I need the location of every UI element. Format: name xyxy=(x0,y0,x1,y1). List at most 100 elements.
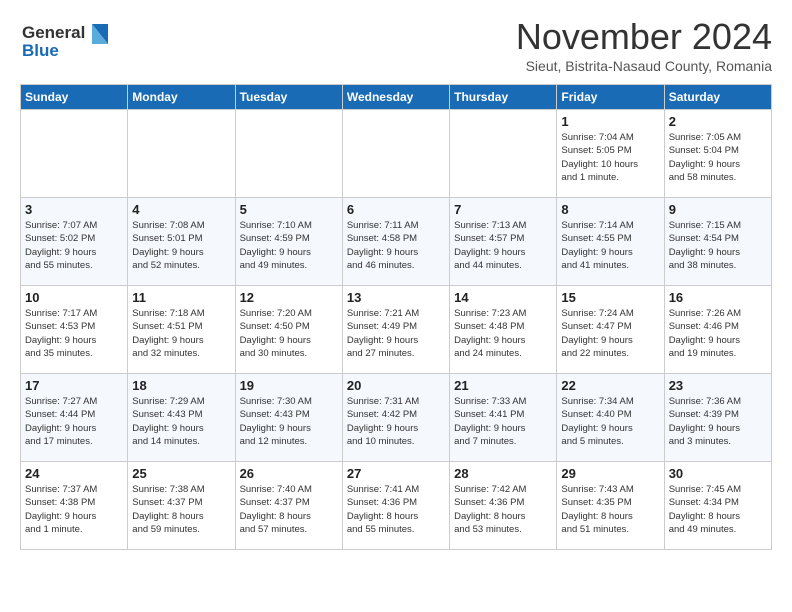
col-thursday: Thursday xyxy=(450,85,557,110)
calendar-cell: 25 Sunrise: 7:38 AMSunset: 4:37 PMDayligh… xyxy=(128,462,235,550)
col-wednesday: Wednesday xyxy=(342,85,449,110)
day-number: 20 xyxy=(347,378,445,393)
calendar-cell: 1Sunrise: 7:04 AMSunset: 5:05 PMDaylight… xyxy=(557,110,664,198)
day-number: 19 xyxy=(240,378,338,393)
calendar-cell: 3 Sunrise: 7:07 AMSunset: 5:02 PMDaylight… xyxy=(21,198,128,286)
svg-text:Blue: Blue xyxy=(22,41,59,60)
day-info: Sunrise: 7:24 AMSunset: 4:47 PMDaylight:… xyxy=(561,307,659,360)
calendar-cell xyxy=(450,110,557,198)
calendar-cell: 18 Sunrise: 7:29 AMSunset: 4:43 PMDayligh… xyxy=(128,374,235,462)
day-info: Sunrise: 7:38 AMSunset: 4:37 PMDaylight:… xyxy=(132,483,230,536)
day-number: 29 xyxy=(561,466,659,481)
calendar-cell: 28Sunrise: 7:42 AMSunset: 4:36 PMDayligh… xyxy=(450,462,557,550)
day-number: 13 xyxy=(347,290,445,305)
day-info: Sunrise: 7:07 AMSunset: 5:02 PMDaylight:… xyxy=(25,219,123,272)
day-info: Sunrise: 7:14 AMSunset: 4:55 PMDaylight:… xyxy=(561,219,659,272)
day-info: Sunrise: 7:42 AMSunset: 4:36 PMDaylight:… xyxy=(454,483,552,536)
col-friday: Friday xyxy=(557,85,664,110)
day-number: 17 xyxy=(25,378,123,393)
location-subtitle: Sieut, Bistrita-Nasaud County, Romania xyxy=(516,58,772,74)
calendar-week-1: 1Sunrise: 7:04 AMSunset: 5:05 PMDaylight… xyxy=(21,110,772,198)
day-number: 5 xyxy=(240,202,338,217)
col-monday: Monday xyxy=(128,85,235,110)
day-info: Sunrise: 7:31 AMSunset: 4:42 PMDaylight:… xyxy=(347,395,445,448)
calendar-cell: 26 Sunrise: 7:40 AMSunset: 4:37 PMDayligh… xyxy=(235,462,342,550)
col-saturday: Saturday xyxy=(664,85,771,110)
logo: General Blue xyxy=(20,16,110,69)
calendar-cell: 6Sunrise: 7:11 AMSunset: 4:58 PMDaylight… xyxy=(342,198,449,286)
day-info: Sunrise: 7:13 AMSunset: 4:57 PMDaylight:… xyxy=(454,219,552,272)
calendar-cell xyxy=(128,110,235,198)
day-info: Sunrise: 7:21 AMSunset: 4:49 PMDaylight:… xyxy=(347,307,445,360)
day-info: Sunrise: 7:45 AMSunset: 4:34 PMDaylight:… xyxy=(669,483,767,536)
calendar-cell: 29 Sunrise: 7:43 AMSunset: 4:35 PMDayligh… xyxy=(557,462,664,550)
day-number: 26 xyxy=(240,466,338,481)
day-info: Sunrise: 7:05 AMSunset: 5:04 PMDaylight:… xyxy=(669,131,767,184)
svg-text:General: General xyxy=(22,23,85,42)
col-sunday: Sunday xyxy=(21,85,128,110)
calendar-cell: 17 Sunrise: 7:27 AMSunset: 4:44 PMDayligh… xyxy=(21,374,128,462)
calendar-week-3: 10Sunrise: 7:17 AMSunset: 4:53 PMDayligh… xyxy=(21,286,772,374)
calendar-cell: 19 Sunrise: 7:30 AMSunset: 4:43 PMDayligh… xyxy=(235,374,342,462)
day-number: 11 xyxy=(132,290,230,305)
day-number: 25 xyxy=(132,466,230,481)
calendar-week-4: 17 Sunrise: 7:27 AMSunset: 4:44 PMDayligh… xyxy=(21,374,772,462)
day-number: 23 xyxy=(669,378,767,393)
calendar-cell: 30 Sunrise: 7:45 AMSunset: 4:34 PMDayligh… xyxy=(664,462,771,550)
day-info: Sunrise: 7:04 AMSunset: 5:05 PMDaylight:… xyxy=(561,131,659,184)
calendar-cell: 23Sunrise: 7:36 AMSunset: 4:39 PMDayligh… xyxy=(664,374,771,462)
day-info: Sunrise: 7:18 AMSunset: 4:51 PMDaylight:… xyxy=(132,307,230,360)
day-number: 3 xyxy=(25,202,123,217)
day-info: Sunrise: 7:37 AMSunset: 4:38 PMDaylight:… xyxy=(25,483,123,536)
calendar-cell xyxy=(342,110,449,198)
day-number: 27 xyxy=(347,466,445,481)
calendar-cell: 24 Sunrise: 7:37 AMSunset: 4:38 PMDayligh… xyxy=(21,462,128,550)
day-info: Sunrise: 7:26 AMSunset: 4:46 PMDaylight:… xyxy=(669,307,767,360)
day-number: 9 xyxy=(669,202,767,217)
day-info: Sunrise: 7:17 AMSunset: 4:53 PMDaylight:… xyxy=(25,307,123,360)
calendar-cell: 10Sunrise: 7:17 AMSunset: 4:53 PMDayligh… xyxy=(21,286,128,374)
day-number: 4 xyxy=(132,202,230,217)
day-number: 14 xyxy=(454,290,552,305)
calendar-cell: 9 Sunrise: 7:15 AMSunset: 4:54 PMDaylight… xyxy=(664,198,771,286)
day-info: Sunrise: 7:43 AMSunset: 4:35 PMDaylight:… xyxy=(561,483,659,536)
calendar-cell: 13 Sunrise: 7:21 AMSunset: 4:49 PMDayligh… xyxy=(342,286,449,374)
calendar-cell: 8 Sunrise: 7:14 AMSunset: 4:55 PMDaylight… xyxy=(557,198,664,286)
day-number: 16 xyxy=(669,290,767,305)
day-number: 24 xyxy=(25,466,123,481)
day-info: Sunrise: 7:27 AMSunset: 4:44 PMDaylight:… xyxy=(25,395,123,448)
day-info: Sunrise: 7:40 AMSunset: 4:37 PMDaylight:… xyxy=(240,483,338,536)
day-info: Sunrise: 7:29 AMSunset: 4:43 PMDaylight:… xyxy=(132,395,230,448)
day-number: 8 xyxy=(561,202,659,217)
calendar-cell: 22Sunrise: 7:34 AMSunset: 4:40 PMDayligh… xyxy=(557,374,664,462)
header-row: Sunday Monday Tuesday Wednesday Thursday… xyxy=(21,85,772,110)
day-info: Sunrise: 7:08 AMSunset: 5:01 PMDaylight:… xyxy=(132,219,230,272)
day-info: Sunrise: 7:41 AMSunset: 4:36 PMDaylight:… xyxy=(347,483,445,536)
day-info: Sunrise: 7:34 AMSunset: 4:40 PMDaylight:… xyxy=(561,395,659,448)
col-tuesday: Tuesday xyxy=(235,85,342,110)
day-info: Sunrise: 7:15 AMSunset: 4:54 PMDaylight:… xyxy=(669,219,767,272)
calendar-cell: 16 Sunrise: 7:26 AMSunset: 4:46 PMDayligh… xyxy=(664,286,771,374)
day-number: 7 xyxy=(454,202,552,217)
calendar-week-2: 3 Sunrise: 7:07 AMSunset: 5:02 PMDaylight… xyxy=(21,198,772,286)
calendar-cell xyxy=(21,110,128,198)
calendar-cell: 21 Sunrise: 7:33 AMSunset: 4:41 PMDayligh… xyxy=(450,374,557,462)
day-info: Sunrise: 7:30 AMSunset: 4:43 PMDaylight:… xyxy=(240,395,338,448)
header: General Blue November 2024 Sieut, Bistri… xyxy=(20,16,772,74)
calendar-cell: 15 Sunrise: 7:24 AMSunset: 4:47 PMDayligh… xyxy=(557,286,664,374)
calendar-cell: 7 Sunrise: 7:13 AMSunset: 4:57 PMDaylight… xyxy=(450,198,557,286)
month-title: November 2024 xyxy=(516,16,772,58)
calendar-cell: 14Sunrise: 7:23 AMSunset: 4:48 PMDayligh… xyxy=(450,286,557,374)
day-number: 18 xyxy=(132,378,230,393)
calendar-cell: 27 Sunrise: 7:41 AMSunset: 4:36 PMDayligh… xyxy=(342,462,449,550)
calendar-cell: 2 Sunrise: 7:05 AMSunset: 5:04 PMDaylight… xyxy=(664,110,771,198)
calendar-cell: 5Sunrise: 7:10 AMSunset: 4:59 PMDaylight… xyxy=(235,198,342,286)
calendar-cell: 12Sunrise: 7:20 AMSunset: 4:50 PMDayligh… xyxy=(235,286,342,374)
day-info: Sunrise: 7:20 AMSunset: 4:50 PMDaylight:… xyxy=(240,307,338,360)
day-number: 21 xyxy=(454,378,552,393)
day-number: 30 xyxy=(669,466,767,481)
day-number: 2 xyxy=(669,114,767,129)
day-info: Sunrise: 7:11 AMSunset: 4:58 PMDaylight:… xyxy=(347,219,445,272)
day-info: Sunrise: 7:33 AMSunset: 4:41 PMDaylight:… xyxy=(454,395,552,448)
day-number: 15 xyxy=(561,290,659,305)
